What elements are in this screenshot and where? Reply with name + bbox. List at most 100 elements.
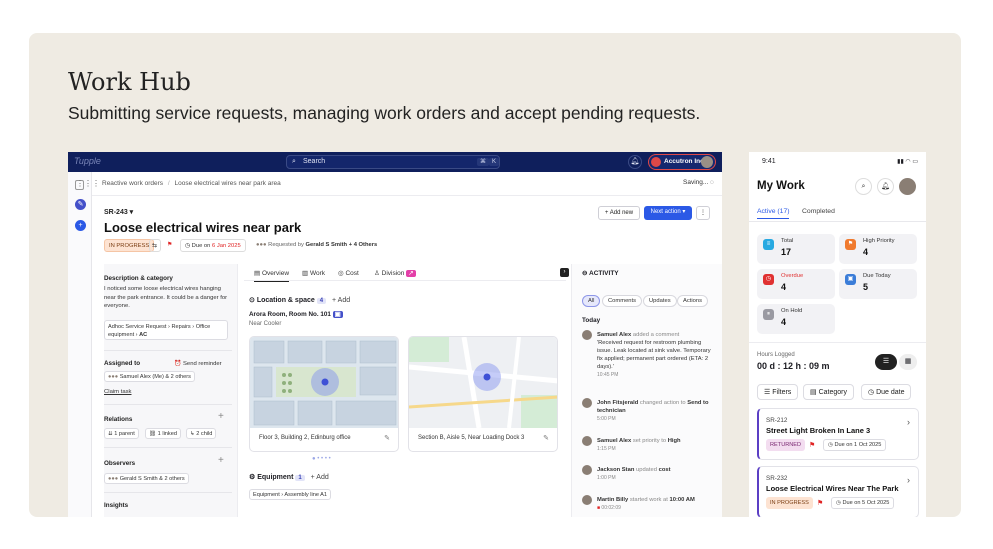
category-button[interactable]: ▤ Category — [803, 384, 854, 400]
add-equipment-button[interactable]: + Add — [311, 474, 329, 481]
breadcrumb-root[interactable]: Reactive work orders — [102, 180, 163, 187]
tab-work[interactable]: ▥ Work — [302, 269, 325, 277]
next-action-button[interactable]: Next action ▾ — [644, 206, 692, 220]
avatar — [582, 398, 592, 408]
search-icon[interactable]: ⌕ — [855, 178, 872, 195]
send-reminder-button[interactable]: ⏰ Send reminder — [174, 360, 234, 369]
map-caption: Section B, Aisle 5, Near Loading Dock 3 — [418, 435, 525, 441]
k-key: K — [489, 158, 500, 166]
carousel-dots[interactable]: ● • • • • — [312, 456, 331, 462]
work-order-card[interactable]: SR-212 › Street Light Broken In Lane 3 R… — [757, 408, 919, 460]
page-subtitle: Submitting service requests, managing wo… — [68, 103, 701, 123]
filter-comments[interactable]: Comments — [602, 295, 643, 307]
street-map — [409, 337, 557, 428]
equipment-heading: ⚙ Equipment 1 + Add — [249, 474, 329, 481]
work-order-card[interactable]: SR-232 › Loose Electrical Wires Near The… — [757, 466, 919, 517]
observers-heading: Observers — [104, 460, 136, 467]
requested-by: ●●● Requested by Gerald S Smith + 4 Othe… — [256, 242, 378, 248]
filter-updates[interactable]: Updates — [643, 295, 677, 307]
work-tabs: Active (17) Completed — [749, 206, 926, 222]
room-name: Arora Room, Room No. 101 ▣ — [249, 311, 343, 318]
avatar — [582, 495, 592, 505]
tab-completed[interactable]: Completed — [802, 208, 835, 215]
tab-overview[interactable]: ▤ Overview — [254, 269, 290, 282]
assignees-pill[interactable]: ●●● Samuel Alex (Me) & 2 others — [104, 371, 195, 382]
stat-high-priority[interactable]: ⚑ High Priority 4 — [839, 234, 917, 264]
account-switcher[interactable]: Accutron Inc. — [648, 154, 716, 170]
avatar[interactable] — [899, 178, 916, 195]
due-date-chip[interactable]: ◷ Due on 6 Jan 2025 — [180, 239, 246, 252]
divider — [749, 342, 926, 343]
due-date-button[interactable]: ◷ Due date — [861, 384, 912, 400]
divider — [104, 492, 232, 493]
observers-pill[interactable]: ●●● Gerald S Smith & 2 others — [104, 473, 189, 484]
add-location-button[interactable]: + Add — [332, 297, 350, 304]
org-avatar — [651, 157, 661, 167]
edit-icon[interactable]: ✎ — [384, 434, 390, 442]
sr-id[interactable]: SR-243 ▾ — [104, 208, 133, 216]
linked-relation[interactable]: ⛓ 1 linked — [145, 428, 181, 439]
desktop-app-screenshot: Tupple ⌕ Search ⌘ K 🔔︎ Accutron Inc. ✎ +… — [68, 152, 722, 517]
add-observer-icon[interactable]: + — [218, 456, 228, 466]
flag-icon: ⚑ — [809, 442, 816, 449]
status-badge[interactable]: IN PROGRESS — [104, 239, 155, 252]
details-sidebar: Description & category I noticed some lo… — [104, 264, 238, 517]
divider — [104, 350, 232, 351]
apps-grid-icon[interactable]: ⋮⋮⋮ — [76, 179, 100, 188]
stat-due-today[interactable]: ▣ Due Today 5 — [839, 269, 917, 299]
due-chip: ◷ Due on 5 Oct 2025 — [831, 497, 895, 509]
equipment-path[interactable]: Equipment › Assembly line A1 — [249, 489, 332, 500]
claim-task-link[interactable]: Claim task — [104, 388, 132, 397]
street-map-card[interactable]: Section B, Aisle 5, Near Loading Dock 3 … — [408, 336, 558, 452]
assigned-heading: Assigned to — [104, 360, 141, 367]
category-path[interactable]: Adhoc Service Request › Repairs › Office… — [104, 320, 228, 340]
stat-icon: ≡ — [763, 239, 774, 250]
stat-overdue[interactable]: ◷ Overdue 4 — [757, 269, 835, 299]
floor-plan-card[interactable]: Floor 3, Building 2, Edinburg office ✎ — [249, 336, 399, 452]
notification-bell-icon[interactable]: 🔔︎ — [877, 178, 894, 195]
search-input[interactable]: ⌕ Search ⌘ K — [286, 155, 500, 169]
add-icon[interactable]: + — [75, 220, 86, 231]
relations-heading: Relations — [104, 416, 133, 423]
tab-cost[interactable]: ◎ Cost — [338, 269, 359, 277]
child-relation[interactable]: ↳ 2 child — [186, 428, 217, 439]
divider — [104, 404, 232, 405]
order-name: Street Light Broken In Lane 3 — [766, 426, 871, 435]
more-menu-icon[interactable]: ⋮ — [696, 206, 710, 220]
filter-actions[interactable]: Actions — [677, 295, 709, 307]
stat-total[interactable]: ≡ Total 17 — [757, 234, 835, 264]
collapse-icon[interactable]: › — [560, 268, 569, 277]
edit-icon[interactable]: ✎ — [75, 199, 86, 210]
activity-heading: ⊖ ACTIVITY — [582, 270, 619, 277]
due-chip: ◷ Due on 1 Oct 2025 — [823, 439, 887, 451]
tab-division[interactable]: ♙ Division ↗ — [374, 269, 416, 277]
list-view-icon[interactable]: ☰ — [875, 354, 897, 370]
tab-active[interactable]: Active (17) — [757, 208, 790, 219]
flag-icon[interactable]: ⚑ — [164, 239, 176, 252]
logo: Tupple — [74, 156, 101, 166]
account-name: Accutron Inc. — [664, 158, 706, 165]
notification-bell-icon[interactable]: 🔔︎ — [628, 155, 642, 169]
stat-icon: ◷ — [763, 274, 774, 285]
left-rail: ✎ + — [68, 172, 92, 517]
avatar — [582, 330, 592, 340]
activity-panel: ⊖ ACTIVITY All Comments Updates Actions … — [571, 264, 722, 517]
avatar — [582, 465, 592, 475]
battery-icon: ▮▮ ◠ ▭ — [897, 159, 918, 165]
add-new-button[interactable]: + Add new — [598, 206, 640, 220]
filter-all[interactable]: All — [582, 295, 601, 307]
filters-button[interactable]: ☰ Filters — [757, 384, 799, 400]
parent-relation[interactable]: ⇊ 1 parent — [104, 428, 139, 439]
location-heading: ⊙ Location & space 4 + Add — [249, 297, 351, 304]
stat-on-hold[interactable]: ⏸ On Hold 4 — [757, 304, 835, 334]
stat-icon: ▣ — [845, 274, 856, 285]
add-relation-icon[interactable]: + — [218, 412, 228, 422]
tag-icon[interactable]: ⇆ — [149, 239, 161, 252]
edit-icon[interactable]: ✎ — [543, 434, 549, 442]
order-id: SR-212 — [766, 417, 788, 424]
hours-label: Hours Logged — [757, 352, 795, 358]
map-view-icon[interactable]: ▦ — [899, 354, 917, 370]
detail-tabs: ▤ Overview ▥ Work ◎ Cost ♙ Division ↗ › — [244, 264, 569, 282]
floor-plan-map — [250, 337, 398, 428]
chevron-right-icon: › — [907, 475, 910, 485]
